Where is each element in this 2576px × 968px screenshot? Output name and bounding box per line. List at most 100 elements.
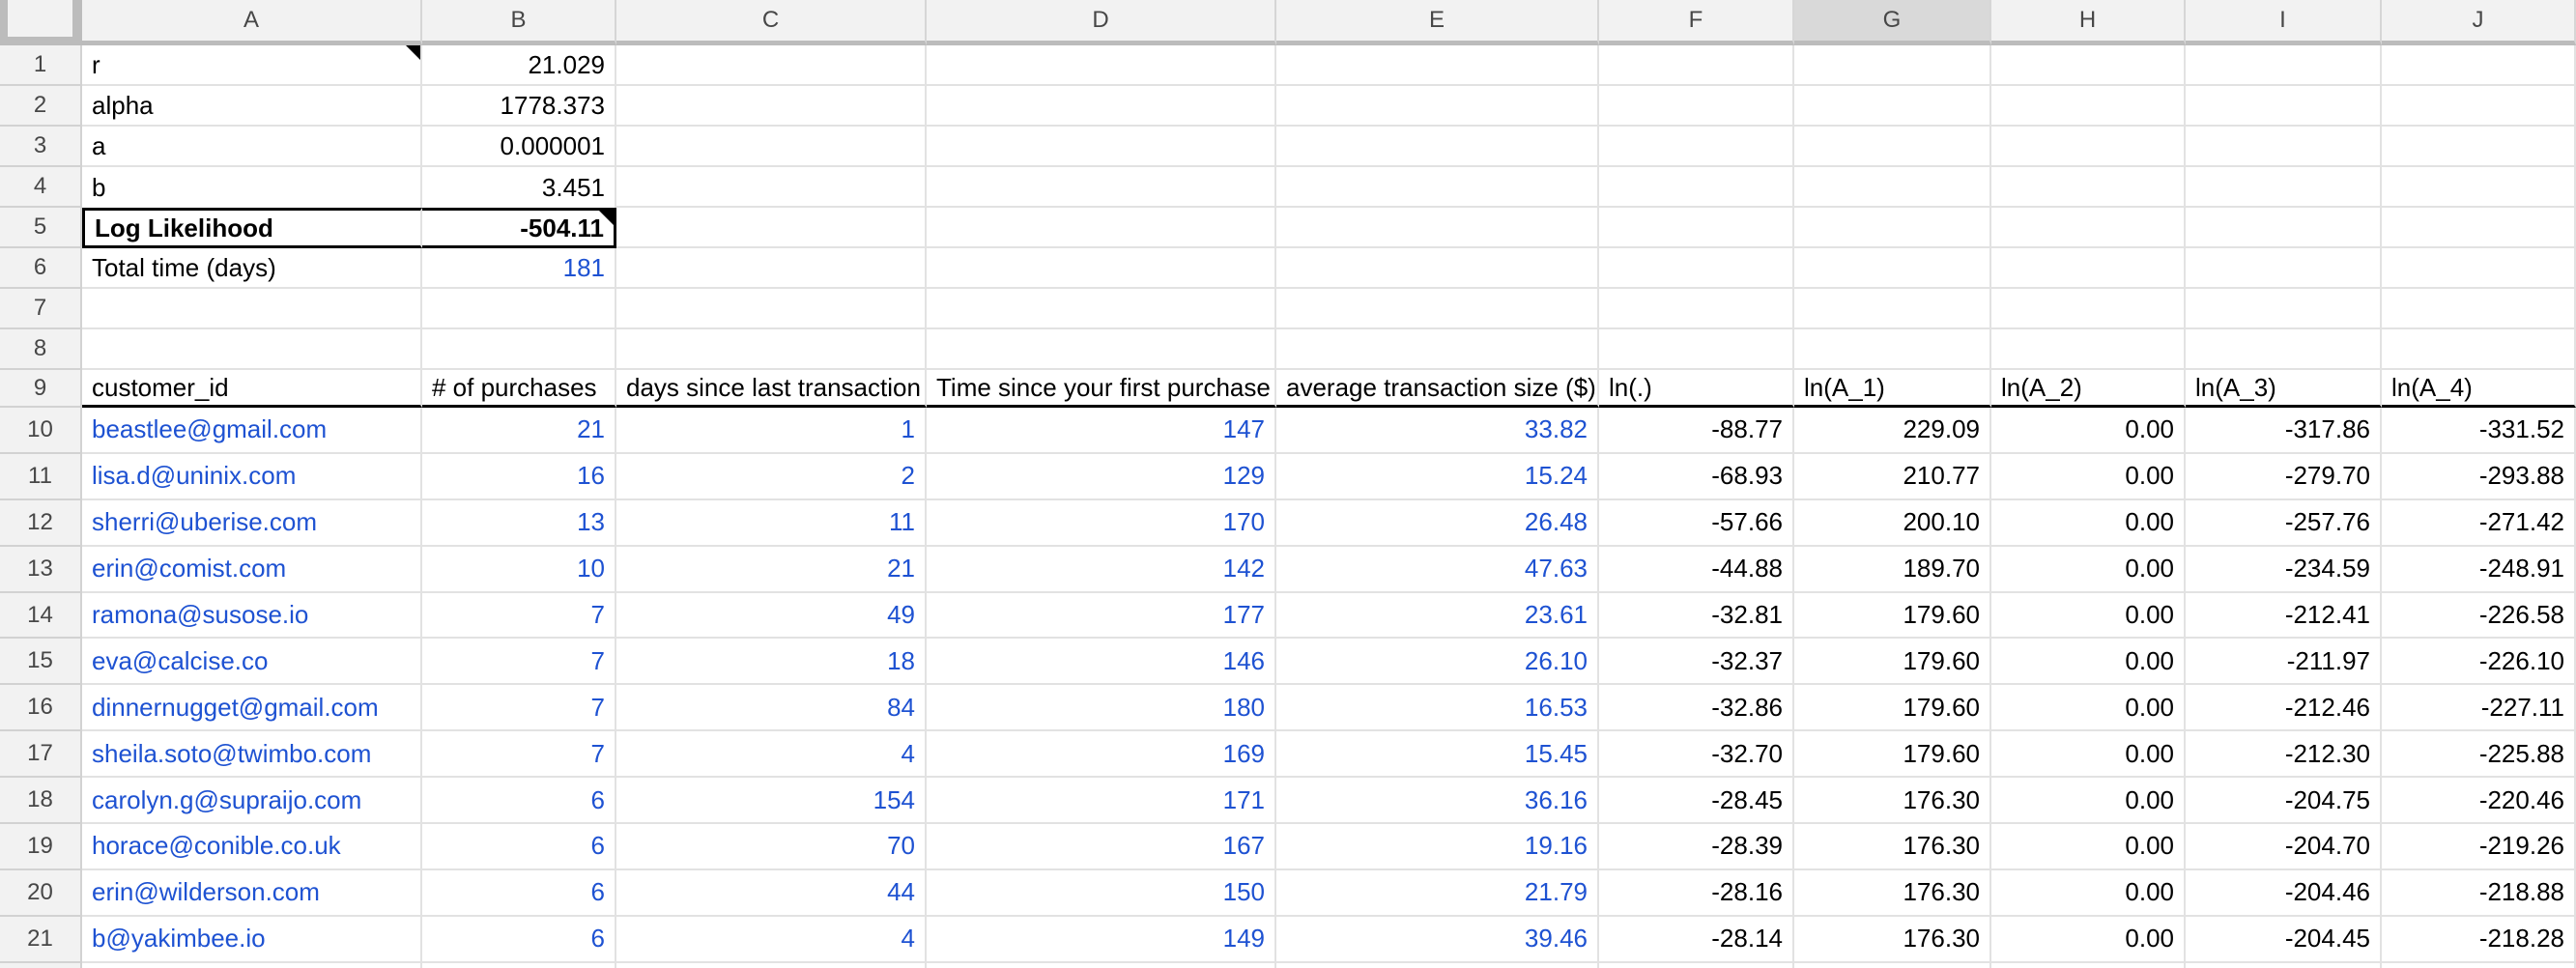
row-header-20[interactable]: 20 [0,870,82,917]
cell-E1[interactable] [1276,45,1599,86]
cell-E-partial[interactable] [1276,963,1599,968]
row-header-4[interactable]: 4 [0,167,82,208]
cell-A19[interactable]: horace@conible.co.uk [82,824,422,870]
cell-G1[interactable] [1794,45,1991,86]
cell-A16[interactable]: dinnernugget@gmail.com [82,685,422,731]
cell-G3[interactable] [1794,127,1991,167]
row-header-15[interactable]: 15 [0,639,82,685]
cell-J6[interactable] [2382,248,2576,289]
cell-H1[interactable] [1991,45,2186,86]
row-header-11[interactable]: 11 [0,454,82,500]
cell-D15[interactable]: 146 [927,639,1276,685]
cell-H14[interactable]: 0.00 [1991,593,2186,640]
cell-G13[interactable]: 189.70 [1794,547,1991,593]
cell-I7[interactable] [2186,289,2382,329]
cell-E4[interactable] [1276,167,1599,208]
cell-B12[interactable]: 13 [422,500,616,547]
cell-F3[interactable] [1599,127,1794,167]
cell-B6[interactable]: 181 [422,248,616,289]
cell-C14[interactable]: 49 [616,593,927,640]
cell-H9[interactable]: ln(A_2) [1991,370,2186,408]
cell-J20[interactable]: -218.88 [2382,870,2576,917]
cell-J4[interactable] [2382,167,2576,208]
cell-G-partial[interactable] [1794,963,1991,968]
cell-H7[interactable] [1991,289,2186,329]
cell-H16[interactable]: 0.00 [1991,685,2186,731]
cell-C1[interactable] [616,45,927,86]
cell-B19[interactable]: 6 [422,824,616,870]
cell-A17[interactable]: sheila.soto@twimbo.com [82,731,422,778]
cell-H10[interactable]: 0.00 [1991,408,2186,454]
cell-I6[interactable] [2186,248,2382,289]
cell-H5[interactable] [1991,208,2186,248]
cell-E20[interactable]: 21.79 [1276,870,1599,917]
cell-B1[interactable]: 21.029 [422,45,616,86]
select-all-corner[interactable] [0,0,82,45]
cell-F1[interactable] [1599,45,1794,86]
cell-A2[interactable]: alpha [82,86,422,127]
row-header-12[interactable]: 12 [0,500,82,547]
cell-A10[interactable]: beastlee@gmail.com [82,408,422,454]
cell-D16[interactable]: 180 [927,685,1276,731]
cell-B14[interactable]: 7 [422,593,616,640]
cell-I15[interactable]: -211.97 [2186,639,2382,685]
cell-E17[interactable]: 15.45 [1276,731,1599,778]
cell-B20[interactable]: 6 [422,870,616,917]
cell-I19[interactable]: -204.70 [2186,824,2382,870]
cell-I10[interactable]: -317.86 [2186,408,2382,454]
cell-I4[interactable] [2186,167,2382,208]
cell-E7[interactable] [1276,289,1599,329]
cell-H12[interactable]: 0.00 [1991,500,2186,547]
cell-F21[interactable]: -28.14 [1599,917,1794,963]
cell-C21[interactable]: 4 [616,917,927,963]
cell-E21[interactable]: 39.46 [1276,917,1599,963]
row-header-9[interactable]: 9 [0,370,82,408]
cell-J21[interactable]: -218.28 [2382,917,2576,963]
row-header-13[interactable]: 13 [0,547,82,593]
cell-D18[interactable]: 171 [927,778,1276,824]
cell-C-partial[interactable] [616,963,927,968]
cell-D11[interactable]: 129 [927,454,1276,500]
cell-C12[interactable]: 11 [616,500,927,547]
cell-D9[interactable]: Time since your first purchase [927,370,1276,408]
cell-D6[interactable] [927,248,1276,289]
cell-C17[interactable]: 4 [616,731,927,778]
cell-B13[interactable]: 10 [422,547,616,593]
cell-J18[interactable]: -220.46 [2382,778,2576,824]
cell-A13[interactable]: erin@comist.com [82,547,422,593]
cell-J19[interactable]: -219.26 [2382,824,2576,870]
column-header-A[interactable]: A [82,0,422,45]
cell-I8[interactable] [2186,329,2382,370]
cell-J2[interactable] [2382,86,2576,127]
cell-A8[interactable] [82,329,422,370]
cell-H2[interactable] [1991,86,2186,127]
cell-C5[interactable] [616,208,927,248]
cell-H15[interactable]: 0.00 [1991,639,2186,685]
cell-F18[interactable]: -28.45 [1599,778,1794,824]
cell-D12[interactable]: 170 [927,500,1276,547]
cell-J15[interactable]: -226.10 [2382,639,2576,685]
cell-H21[interactable]: 0.00 [1991,917,2186,963]
cell-J3[interactable] [2382,127,2576,167]
column-header-C[interactable]: C [616,0,927,45]
cell-J16[interactable]: -227.11 [2382,685,2576,731]
cell-B18[interactable]: 6 [422,778,616,824]
cell-F6[interactable] [1599,248,1794,289]
cell-D17[interactable]: 169 [927,731,1276,778]
cell-D1[interactable] [927,45,1276,86]
cell-F9[interactable]: ln(.) [1599,370,1794,408]
cell-D7[interactable] [927,289,1276,329]
cell-D21[interactable]: 149 [927,917,1276,963]
cell-A15[interactable]: eva@calcise.co [82,639,422,685]
row-header-16[interactable]: 16 [0,685,82,731]
cell-D20[interactable]: 150 [927,870,1276,917]
cell-A-partial[interactable] [82,963,422,968]
cell-H19[interactable]: 0.00 [1991,824,2186,870]
column-header-J[interactable]: J [2382,0,2576,45]
cell-A11[interactable]: lisa.d@uninix.com [82,454,422,500]
cell-I21[interactable]: -204.45 [2186,917,2382,963]
cell-G18[interactable]: 176.30 [1794,778,1991,824]
cell-E8[interactable] [1276,329,1599,370]
column-header-D[interactable]: D [927,0,1276,45]
cell-G2[interactable] [1794,86,1991,127]
